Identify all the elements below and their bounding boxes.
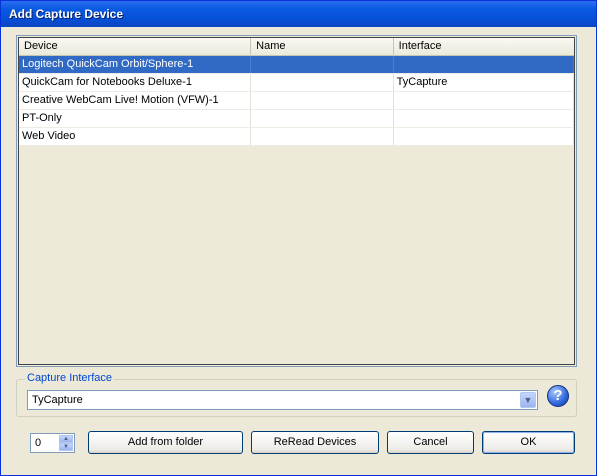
table-row[interactable]: Web Video [19,128,574,146]
capture-interface-select[interactable]: TyCapture ▼ [27,390,538,410]
cell-interface: TyCapture [394,74,574,91]
stepper-down-icon[interactable]: ▼ [59,443,73,451]
cancel-button[interactable]: Cancel [387,431,474,454]
cell-interface [394,56,574,73]
cell-device: Logitech QuickCam Orbit/Sphere-1 [19,56,252,73]
cell-name [251,74,394,91]
stepper-value[interactable]: 0 [35,434,41,452]
column-header-interface[interactable]: Interface [393,38,574,55]
reread-devices-button[interactable]: ReRead Devices [251,431,379,454]
cell-device: QuickCam for Notebooks Deluxe-1 [19,74,252,91]
window-title: Add Capture Device [9,7,124,21]
cell-name [251,110,394,127]
capture-interface-value: TyCapture [32,394,83,406]
column-header-name[interactable]: Name [251,38,394,55]
cell-interface [394,110,574,127]
cell-name [251,92,394,109]
table-row[interactable]: PT-Only [19,110,574,128]
table-row[interactable]: Logitech QuickCam Orbit/Sphere-1 [19,56,574,74]
chevron-down-icon[interactable]: ▼ [520,392,536,408]
list-header: Device Name Interface [19,38,574,56]
cell-interface [394,128,574,145]
cell-name [251,128,394,145]
quantity-stepper[interactable]: 0 ▲ ▼ [30,433,75,453]
cell-device: Creative WebCam Live! Motion (VFW)-1 [19,92,252,109]
ok-button[interactable]: OK [482,431,575,454]
capture-interface-label: Capture Interface [25,372,114,384]
cell-name [251,56,394,73]
column-header-device[interactable]: Device [19,38,252,55]
capture-interface-group: Capture Interface TyCapture ▼ ? [16,372,577,417]
cell-device: PT-Only [19,110,252,127]
table-row[interactable]: QuickCam for Notebooks Deluxe-1 TyCapture [19,74,574,92]
cell-interface [394,92,574,109]
help-icon[interactable]: ? [547,385,569,407]
add-from-folder-button[interactable]: Add from folder [88,431,243,454]
dialog-window: Add Capture Device Device Name Interface… [0,0,597,476]
cell-device: Web Video [19,128,252,145]
device-list[interactable]: Device Name Interface Logitech QuickCam … [16,35,577,367]
title-bar[interactable]: Add Capture Device [1,1,596,27]
table-row[interactable]: Creative WebCam Live! Motion (VFW)-1 [19,92,574,110]
stepper-up-icon[interactable]: ▲ [59,435,73,443]
